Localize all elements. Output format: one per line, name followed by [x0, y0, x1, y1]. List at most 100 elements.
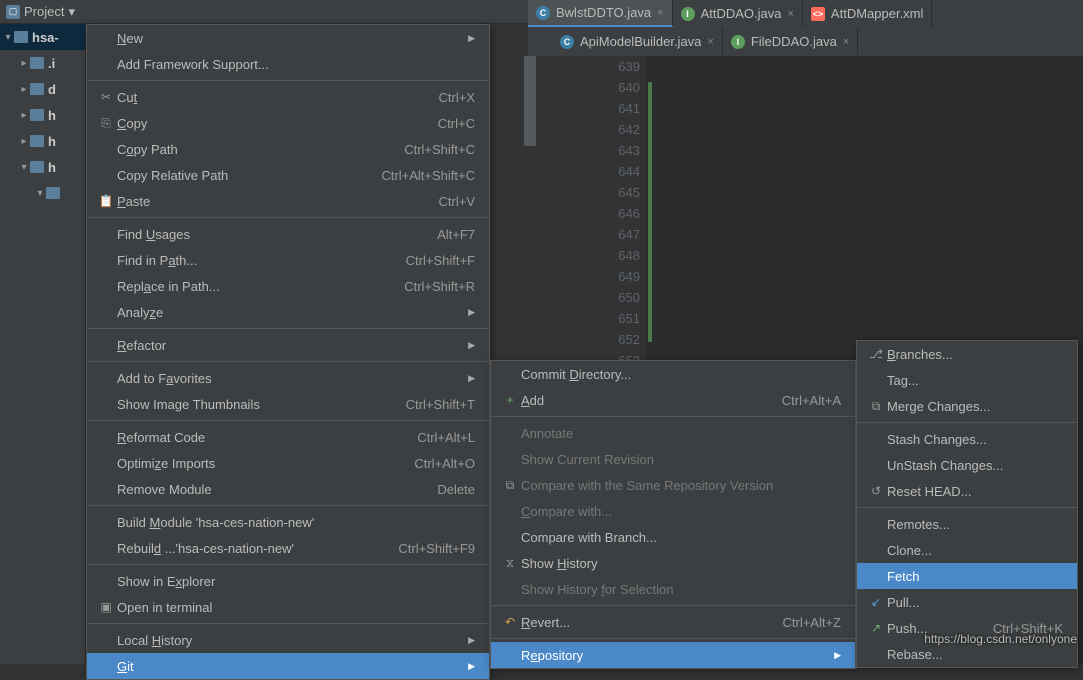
- menu-item[interactable]: Find UsagesAlt+F7: [87, 221, 489, 247]
- tree-item[interactable]: ▸d: [0, 76, 85, 102]
- menu-item[interactable]: Local History▶: [87, 627, 489, 653]
- menu-item[interactable]: New▶: [87, 25, 489, 51]
- watermark: https://blog.csdn.net/onlyone: [924, 632, 1077, 646]
- menu-separator: [857, 422, 1077, 423]
- editor-tab[interactable]: CApiModelBuilder.java×: [552, 28, 723, 55]
- menu-item-label: Show Current Revision: [521, 452, 841, 467]
- menu-item[interactable]: Copy PathCtrl+Shift+C: [87, 136, 489, 162]
- folder-icon: [46, 187, 60, 199]
- menu-shortcut: Ctrl+Shift+F: [406, 253, 475, 268]
- menu-item[interactable]: ✂CutCtrl+X: [87, 84, 489, 110]
- line-number: 650: [600, 287, 640, 308]
- menu-item[interactable]: Add Framework Support...: [87, 51, 489, 77]
- menu-item[interactable]: Build Module 'hsa-ces-nation-new': [87, 509, 489, 535]
- menu-item[interactable]: ⧉Merge Changes...: [857, 393, 1077, 419]
- menu-item[interactable]: Find in Path...Ctrl+Shift+F: [87, 247, 489, 273]
- menu-item-label: Compare with the Same Repository Version: [521, 478, 841, 493]
- menu-item-label: Add Framework Support...: [117, 57, 475, 72]
- tree-item[interactable]: ▾: [0, 180, 85, 206]
- tree-item[interactable]: ▾h: [0, 154, 85, 180]
- close-icon[interactable]: ×: [843, 36, 849, 48]
- menu-item[interactable]: Show Image ThumbnailsCtrl+Shift+T: [87, 391, 489, 417]
- menu-item[interactable]: ↙Pull...: [857, 589, 1077, 615]
- tree-item-label[interactable]: d: [48, 82, 56, 97]
- context-menu-main[interactable]: New▶ Add Framework Support... ✂CutCtrl+X⎘C…: [86, 24, 490, 680]
- menu-item[interactable]: Add to Favorites▶: [87, 365, 489, 391]
- menu-item[interactable]: Stash Changes...: [857, 426, 1077, 452]
- line-number: 648: [600, 245, 640, 266]
- menu-item-label: Commit Directory...: [521, 367, 841, 382]
- expand-icon[interactable]: ▸: [18, 110, 30, 121]
- menu-item[interactable]: ⎘CopyCtrl+C: [87, 110, 489, 136]
- menu-item[interactable]: Compare with Branch...: [491, 524, 855, 550]
- menu-item[interactable]: Repository▶: [491, 642, 855, 668]
- menu-item[interactable]: Tag...: [857, 367, 1077, 393]
- expand-icon[interactable]: ▸: [18, 58, 30, 69]
- expand-icon[interactable]: ▾: [34, 188, 46, 199]
- menu-item-label: Find Usages: [117, 227, 413, 242]
- close-icon[interactable]: ×: [787, 8, 793, 20]
- menu-shortcut: Ctrl+V: [439, 194, 475, 209]
- tree-item-label[interactable]: h: [48, 134, 56, 149]
- project-dropdown[interactable]: ▢ Project ▾: [6, 4, 75, 20]
- menu-item[interactable]: Refactor▶: [87, 332, 489, 358]
- menu-item[interactable]: Analyze▶: [87, 299, 489, 325]
- menu-item[interactable]: ↶Revert...Ctrl+Alt+Z: [491, 609, 855, 635]
- menu-item-label: Fetch: [887, 569, 1063, 584]
- menu-item[interactable]: Git▶: [87, 653, 489, 679]
- menu-item: Annotate: [491, 420, 855, 446]
- close-icon[interactable]: ×: [657, 7, 663, 19]
- expand-icon[interactable]: ▸: [18, 136, 30, 147]
- menu-item[interactable]: Clone...: [857, 537, 1077, 563]
- menu-item[interactable]: Rebuild ...'hsa-ces-nation-new'Ctrl+Shif…: [87, 535, 489, 561]
- tree-item[interactable]: ▸ .i: [0, 50, 85, 76]
- close-icon[interactable]: ×: [707, 36, 713, 48]
- menu-shortcut: Ctrl+Alt+O: [414, 456, 475, 471]
- menu-item[interactable]: ⎇Branches...: [857, 341, 1077, 367]
- menu-item[interactable]: ⧖Show History: [491, 550, 855, 576]
- expand-icon[interactable]: ▾: [18, 162, 30, 173]
- context-menu-git[interactable]: Commit Directory... +AddCtrl+Alt+A Annotat…: [490, 360, 856, 669]
- menu-item[interactable]: Optimize Imports Ctrl+Alt+O: [87, 450, 489, 476]
- menu-item[interactable]: Remotes...: [857, 511, 1077, 537]
- menu-item[interactable]: ↺Reset HEAD...: [857, 478, 1077, 504]
- folder-icon: [30, 161, 44, 173]
- ↺-icon: ↺: [865, 484, 887, 498]
- menu-item-label: Cut: [117, 90, 415, 105]
- menu-item[interactable]: ▣Open in terminal: [87, 594, 489, 620]
- context-menu-repository[interactable]: ⎇Branches...Tag...⧉Merge Changes... Stash…: [856, 340, 1078, 668]
- tree-item[interactable]: ▸h: [0, 128, 85, 154]
- menu-item-label: Remove Module: [117, 482, 413, 497]
- tree-item-label[interactable]: h: [48, 108, 56, 123]
- project-tree[interactable]: ▾ hsa- ▸.i▸d▸h▸h▾h▾: [0, 24, 86, 664]
- editor-tab[interactable]: IFileDDAO.java×: [723, 28, 858, 55]
- editor-tab[interactable]: IAttDDAO.java×: [673, 0, 803, 27]
- folder-icon: [30, 57, 44, 69]
- menu-item[interactable]: Copy Relative PathCtrl+Alt+Shift+C: [87, 162, 489, 188]
- menu-item[interactable]: 📋PasteCtrl+V: [87, 188, 489, 214]
- menu-item-label: Show Image Thumbnails: [117, 397, 382, 412]
- menu-item[interactable]: +AddCtrl+Alt+A: [491, 387, 855, 413]
- menu-separator: [87, 505, 489, 506]
- expand-icon[interactable]: ▾: [2, 32, 14, 43]
- menu-item-label: Optimize Imports: [117, 456, 390, 471]
- tree-item[interactable]: ▸h: [0, 102, 85, 128]
- editor-tab[interactable]: CBwlstDDTO.java×: [528, 0, 673, 27]
- ⧖-icon: ⧖: [499, 556, 521, 571]
- tree-item-label[interactable]: h: [48, 160, 56, 175]
- expand-icon[interactable]: ▸: [18, 84, 30, 95]
- menu-item[interactable]: Reformat CodeCtrl+Alt+L: [87, 424, 489, 450]
- menu-separator: [857, 507, 1077, 508]
- menu-item-label: Copy Relative Path: [117, 168, 357, 183]
- menu-item[interactable]: Replace in Path...Ctrl+Shift+R: [87, 273, 489, 299]
- menu-item[interactable]: Fetch: [857, 563, 1077, 589]
- editor-tab[interactable]: <>AttDMapper.xml: [803, 0, 932, 27]
- tree-item-label[interactable]: .i: [48, 56, 55, 71]
- editor-scrollbar[interactable]: [524, 56, 536, 146]
- folder-icon: [30, 83, 44, 95]
- menu-item[interactable]: Show in Explorer: [87, 568, 489, 594]
- menu-item[interactable]: Remove ModuleDelete: [87, 476, 489, 502]
- tree-root[interactable]: hsa-: [32, 30, 59, 45]
- menu-item[interactable]: UnStash Changes...: [857, 452, 1077, 478]
- menu-item[interactable]: Commit Directory...: [491, 361, 855, 387]
